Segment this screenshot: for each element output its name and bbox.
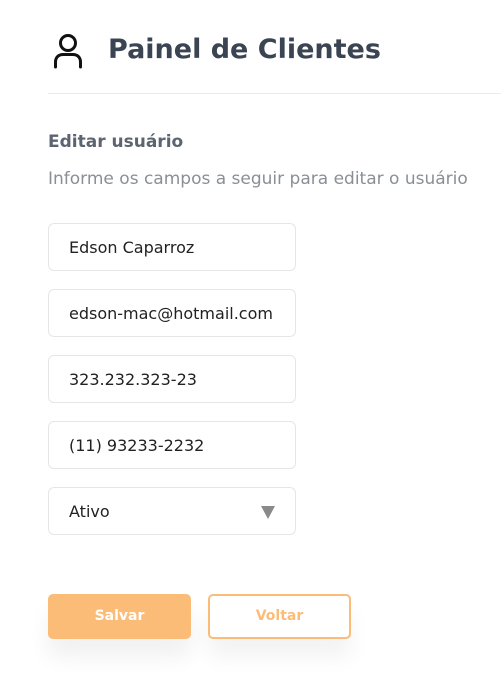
- document-field-value: 323.232.323-23: [69, 370, 197, 389]
- email-field-value: edson-mac@hotmail.com: [69, 304, 273, 323]
- email-field[interactable]: edson-mac@hotmail.com: [48, 289, 296, 337]
- phone-field[interactable]: (11) 93233-2232: [48, 421, 296, 469]
- form-subheading: Informe os campos a seguir para editar o…: [48, 169, 468, 189]
- page-title: Painel de Clientes: [108, 34, 381, 65]
- user-icon: [54, 34, 82, 69]
- back-button[interactable]: Voltar: [208, 594, 351, 639]
- phone-field-value: (11) 93233-2232: [69, 436, 205, 455]
- save-button[interactable]: Salvar: [48, 594, 191, 639]
- page-header: Painel de Clientes: [0, 0, 501, 95]
- chevron-down-icon[interactable]: [261, 506, 275, 519]
- name-field-value: Edson Caparroz: [69, 238, 195, 257]
- document-field[interactable]: 323.232.323-23: [48, 355, 296, 403]
- name-field[interactable]: Edson Caparroz: [48, 223, 296, 271]
- header-divider: [48, 93, 501, 94]
- status-select-value: Ativo: [69, 502, 110, 521]
- form-heading: Editar usuário: [48, 132, 184, 152]
- edit-user-page: Painel de Clientes Editar usuário Inform…: [0, 0, 501, 679]
- status-select[interactable]: Ativo: [48, 487, 296, 535]
